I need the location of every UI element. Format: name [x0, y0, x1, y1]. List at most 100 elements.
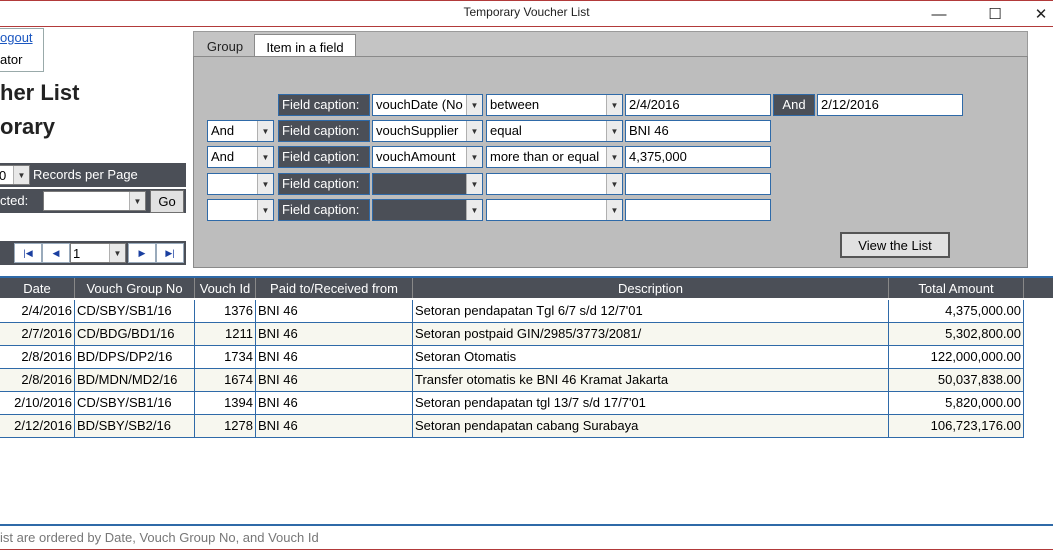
cell-vouch-id: 1278 [195, 415, 256, 437]
records-per-page-select[interactable]: 0 ▼ [0, 165, 30, 185]
cell-total-amount: 4,375,000.00 [889, 300, 1024, 322]
window-bottom-border [0, 549, 1053, 550]
table-row[interactable]: 2/10/2016 CD/SBY/SB1/16 1394 BNI 46 Seto… [0, 392, 1024, 415]
field-select[interactable]: ▼ [372, 199, 483, 221]
page-title-line1: her List [0, 80, 80, 105]
filter-tab-strip: Group Item in a field [193, 31, 1028, 59]
close-button[interactable]: ✕ [1018, 1, 1053, 27]
chevron-down-icon: ▼ [606, 200, 622, 220]
operator-select[interactable]: ▼ [486, 199, 623, 221]
operator-value: equal [490, 123, 522, 138]
conjunction-value: And [211, 149, 235, 164]
value2-input[interactable]: 2/12/2016 [817, 94, 963, 116]
field-select[interactable]: ▼ [372, 173, 483, 195]
cell-total-amount: 50,037,838.00 [889, 369, 1024, 391]
user-role: ator [0, 52, 23, 67]
cell-vouch-id: 1394 [195, 392, 256, 414]
cell-total-amount: 5,820,000.00 [889, 392, 1024, 414]
column-header-vouch-group-no[interactable]: Vouch Group No [75, 278, 195, 298]
first-page-icon[interactable]: |◀ [14, 243, 42, 263]
chevron-down-icon: ▼ [109, 244, 125, 262]
field-select-value: vouchDate (No [376, 97, 463, 112]
table-row[interactable]: 2/4/2016 CD/SBY/SB1/16 1376 BNI 46 Setor… [0, 300, 1024, 323]
table-row[interactable]: 2/7/2016 CD/BDG/BD1/16 1211 BNI 46 Setor… [0, 323, 1024, 346]
cell-date: 2/4/2016 [0, 300, 75, 322]
operator-value: between [490, 97, 540, 112]
field-select[interactable]: vouchDate (No ▼ [372, 94, 483, 116]
logout-link[interactable]: ogout [0, 30, 33, 45]
field-caption-label: Field caption: [278, 146, 370, 168]
value-input[interactable]: 2/4/2016 [625, 94, 771, 116]
conjunction-select[interactable]: ▼ [207, 199, 274, 221]
chevron-down-icon: ▼ [466, 174, 482, 194]
value-input[interactable] [625, 173, 771, 195]
cell-vouch-id: 1376 [195, 300, 256, 322]
column-header-date[interactable]: Date [0, 278, 75, 298]
previous-page-icon[interactable]: ◀ [42, 243, 70, 263]
window-title: Temporary Voucher List [463, 5, 590, 19]
go-button[interactable]: Go [150, 190, 184, 213]
title-bar: Temporary Voucher List — ☐ ✕ [0, 0, 1053, 27]
minimize-button[interactable]: — [916, 1, 962, 27]
operator-select[interactable]: between ▼ [486, 94, 623, 116]
last-page-icon[interactable]: ▶| [156, 243, 184, 263]
chevron-down-icon: ▼ [466, 147, 482, 167]
cell-date: 2/8/2016 [0, 346, 75, 368]
tab-group[interactable]: Group [196, 34, 254, 58]
cell-total-amount: 5,302,800.00 [889, 323, 1024, 345]
table-row[interactable]: 2/12/2016 BD/SBY/SB2/16 1278 BNI 46 Seto… [0, 415, 1024, 438]
maximize-button[interactable]: ☐ [972, 1, 1018, 27]
table-header: Date Vouch Group No Vouch Id Paid to/Rec… [0, 276, 1053, 298]
footer-note: ist are ordered by Date, Vouch Group No,… [0, 530, 319, 545]
field-select[interactable]: vouchSupplier ▼ [372, 120, 483, 142]
value-input[interactable]: BNI 46 [625, 120, 771, 142]
field-select-value: vouchSupplier [376, 123, 459, 138]
chevron-down-icon: ▼ [257, 174, 273, 194]
conjunction-select[interactable]: And ▼ [207, 120, 274, 142]
value-input[interactable]: 4,375,000 [625, 146, 771, 168]
field-select[interactable]: vouchAmount ▼ [372, 146, 483, 168]
column-header-paid-to[interactable]: Paid to/Received from [256, 278, 413, 298]
cell-paid-to: BNI 46 [256, 415, 413, 437]
field-caption-label: Field caption: [278, 120, 370, 142]
cell-date: 2/7/2016 [0, 323, 75, 345]
field-caption-label: Field caption: [278, 199, 370, 221]
column-header-total-amount[interactable]: Total Amount [889, 278, 1024, 298]
cell-vouch-group-no: BD/MDN/MD2/16 [75, 369, 195, 391]
conjunction-select[interactable]: And ▼ [207, 146, 274, 168]
page-title-line2: orary [0, 114, 56, 139]
cell-vouch-group-no: CD/SBY/SB1/16 [75, 300, 195, 322]
conjunction-value: And [211, 123, 235, 138]
selected-select[interactable]: ▼ [43, 191, 146, 211]
next-page-icon[interactable]: ▶ [128, 243, 156, 263]
table-row[interactable]: 2/8/2016 BD/MDN/MD2/16 1674 BNI 46 Trans… [0, 369, 1024, 392]
cell-total-amount: 106,723,176.00 [889, 415, 1024, 437]
cell-vouch-id: 1734 [195, 346, 256, 368]
cell-paid-to: BNI 46 [256, 392, 413, 414]
operator-select[interactable]: equal ▼ [486, 120, 623, 142]
chevron-down-icon: ▼ [466, 95, 482, 115]
cell-paid-to: BNI 46 [256, 300, 413, 322]
column-header-description[interactable]: Description [413, 278, 889, 298]
view-list-button[interactable]: View the List [840, 232, 950, 258]
operator-select[interactable]: more than or equal ▼ [486, 146, 623, 168]
chevron-down-icon: ▼ [606, 147, 622, 167]
page-number-select[interactable]: 1 ▼ [70, 243, 126, 263]
footer-divider [0, 524, 1053, 526]
cell-description: Setoran postpaid GIN/2985/3773/2081/ [413, 323, 889, 345]
table-row[interactable]: 2/8/2016 BD/DPS/DP2/16 1734 BNI 46 Setor… [0, 346, 1024, 369]
operator-select[interactable]: ▼ [486, 173, 623, 195]
page-navigator: |◀ ◀ 1 ▼ ▶ ▶| [14, 243, 186, 263]
conjunction-select[interactable]: ▼ [207, 173, 274, 195]
cell-description: Setoran pendapatan cabang Surabaya [413, 415, 889, 437]
cell-description: Transfer otomatis ke BNI 46 Kramat Jakar… [413, 369, 889, 391]
cell-description: Setoran pendapatan tgl 13/7 s/d 17/7'01 [413, 392, 889, 414]
cell-vouch-group-no: BD/SBY/SB2/16 [75, 415, 195, 437]
chevron-down-icon: ▼ [13, 166, 29, 184]
chevron-down-icon: ▼ [257, 147, 273, 167]
value-input[interactable] [625, 199, 771, 221]
selected-label: cted: [0, 193, 29, 208]
cell-total-amount: 122,000,000.00 [889, 346, 1024, 368]
column-header-vouch-id[interactable]: Vouch Id [195, 278, 256, 298]
cell-vouch-group-no: BD/DPS/DP2/16 [75, 346, 195, 368]
